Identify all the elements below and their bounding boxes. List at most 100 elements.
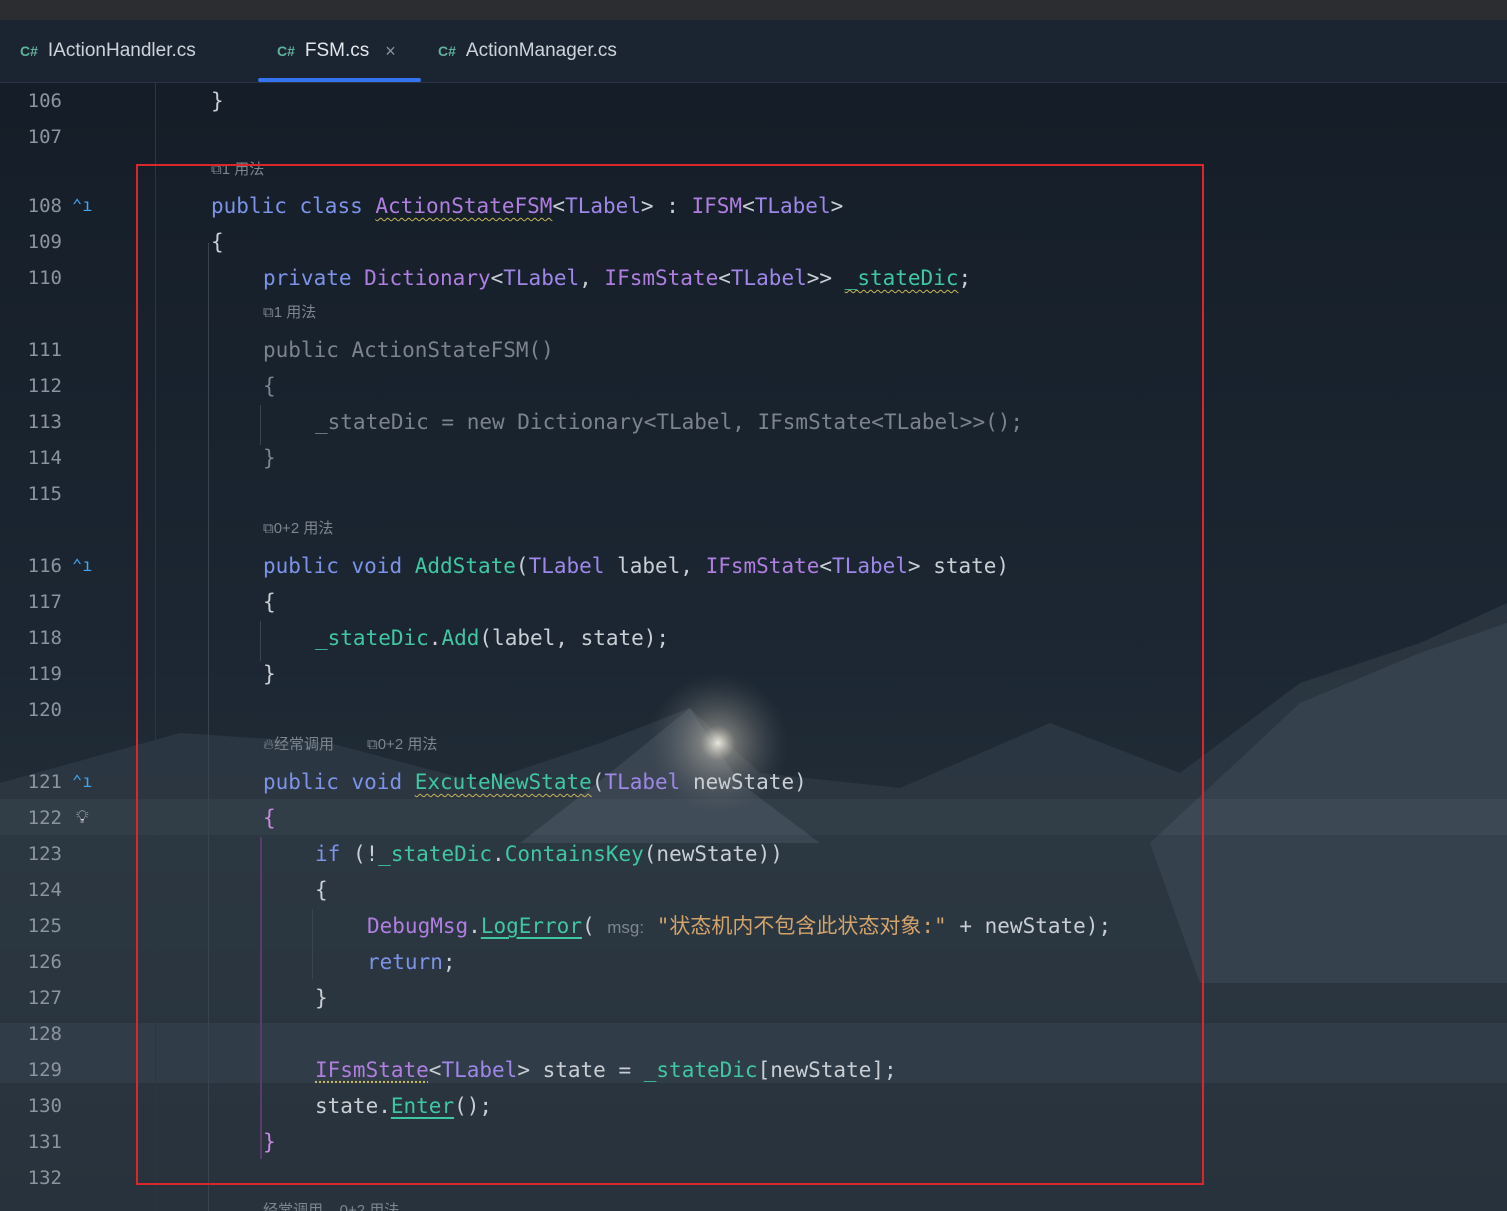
- usages-icon: ⧉: [211, 161, 222, 178]
- inlay-hint-row: ⧉1 用法: [0, 155, 1507, 185]
- line-number: 129: [27, 1059, 62, 1081]
- line-number: 106: [27, 90, 62, 112]
- code-line: 110 private Dictionary<TLabel, IFsmState…: [0, 260, 1507, 296]
- code-text: public void AddState(TLabel label, IFsmS…: [263, 554, 1010, 578]
- code-text: {: [263, 806, 276, 830]
- code-line: 114 }: [0, 440, 1507, 476]
- code-line: 132: [0, 1160, 1507, 1196]
- code-line: 118 _stateDic.Add(label, state);: [0, 620, 1507, 656]
- inlay-hint-row: 🔥︎经常调用 ⧉0+2 用法: [0, 730, 1507, 760]
- line-number: 126: [27, 951, 62, 973]
- code-line: 116 ⌃ı public void AddState(TLabel label…: [0, 548, 1507, 584]
- code-text: public class ActionStateFSM<TLabel> : IF…: [211, 194, 844, 218]
- line-number: 130: [27, 1095, 62, 1117]
- line-number: 122: [27, 807, 62, 829]
- code-line: 115: [0, 476, 1507, 512]
- usage-hint[interactable]: ⧉0+2 用法: [367, 730, 437, 760]
- code-line: 125 DebugMsg.LogError( msg: "状态机内不包含此状态对…: [0, 908, 1507, 944]
- line-number: 115: [27, 483, 62, 505]
- code-text: {: [263, 590, 276, 614]
- code-line: 127 }: [0, 980, 1507, 1016]
- code-text: {: [263, 374, 276, 398]
- usages-icon: ⧉: [367, 736, 378, 753]
- line-number: 125: [27, 915, 62, 937]
- lightbulb-icon[interactable]: 💡︎: [76, 800, 89, 836]
- code-text: private Dictionary<TLabel, IFsmState<TLa…: [263, 266, 972, 290]
- usages-icon: ⧉: [263, 520, 274, 537]
- implements-icon[interactable]: ⌃ı: [72, 548, 92, 584]
- line-number: 110: [27, 267, 62, 289]
- code-line: 120: [0, 692, 1507, 728]
- tab-label: FSM.cs: [304, 40, 370, 61]
- line-number: 114: [27, 447, 62, 469]
- code-line: 124 {: [0, 872, 1507, 908]
- code-line: 121 ⌃ı public void ExcuteNewState(TLabel…: [0, 764, 1507, 800]
- code-line: 106 }: [0, 83, 1507, 119]
- code-line: 117 {: [0, 584, 1507, 620]
- code-text: if (!_stateDic.ContainsKey(newState)): [315, 842, 783, 866]
- csharp-file-icon: C#: [277, 43, 295, 59]
- active-tab-indicator: [258, 78, 421, 82]
- code-text: public void ExcuteNewState(TLabel newSta…: [263, 770, 807, 794]
- code-text: {: [315, 878, 328, 902]
- code-line: 123 if (!_stateDic.ContainsKey(newState)…: [0, 836, 1507, 872]
- implements-icon[interactable]: ⌃ı: [72, 764, 92, 800]
- code-line: 112 {: [0, 368, 1507, 404]
- code-line: 119 }: [0, 656, 1507, 692]
- line-number: 116: [27, 555, 62, 577]
- code-text: }: [263, 446, 276, 470]
- code-text: }: [211, 89, 224, 113]
- line-number: 128: [27, 1023, 62, 1045]
- csharp-file-icon: C#: [20, 43, 38, 59]
- line-number: 132: [27, 1167, 62, 1189]
- line-number: 109: [27, 231, 62, 253]
- code-line: 122 💡︎ {: [0, 800, 1507, 836]
- tab-fsm[interactable]: C# FSM.cs ×: [277, 20, 396, 82]
- code-line: 113 _stateDic = new Dictionary<TLabel, I…: [0, 404, 1507, 440]
- line-number: 127: [27, 987, 62, 1009]
- frequent-call-hint[interactable]: 🔥︎经常调用: [263, 730, 334, 760]
- code-line: 111 public ActionStateFSM(): [0, 332, 1507, 368]
- inlay-hint-row: ⧉0+2 用法: [0, 514, 1507, 544]
- code-text: public ActionStateFSM(): [263, 338, 554, 362]
- line-number: 111: [27, 339, 62, 361]
- line-number: 118: [27, 627, 62, 649]
- tab-label: IActionHandler.cs: [47, 40, 196, 61]
- code-editor[interactable]: 106 } 107 ⧉1 用法 108 ⌃ı public class Acti…: [0, 83, 1507, 1211]
- code-text: _stateDic.Add(label, state);: [315, 626, 670, 650]
- code-text: {: [211, 230, 224, 254]
- code-text: }: [315, 986, 328, 1010]
- code-text: return;: [367, 950, 456, 974]
- usage-hint[interactable]: ⧉0+2 用法: [263, 514, 333, 544]
- top-toolbar-strip: [0, 0, 1507, 20]
- code-text: }: [263, 662, 276, 686]
- line-number: 107: [27, 126, 62, 148]
- inlay-hint-row: ⧉1 用法: [0, 298, 1507, 328]
- code-line: 130 state.Enter();: [0, 1088, 1507, 1124]
- tab-iactionhandler[interactable]: C# IActionHandler.cs: [20, 20, 196, 82]
- code-line: 129 IFsmState<TLabel> state = _stateDic[…: [0, 1052, 1507, 1088]
- line-number: 123: [27, 843, 62, 865]
- code-text: state.Enter();: [315, 1094, 493, 1118]
- close-icon[interactable]: ×: [385, 41, 396, 62]
- line-number: 117: [27, 591, 62, 613]
- line-number: 120: [27, 699, 62, 721]
- tab-actionmanager[interactable]: C# ActionManager.cs: [438, 20, 617, 82]
- line-number: 119: [27, 663, 62, 685]
- usage-hint[interactable]: ⧉1 用法: [211, 155, 264, 185]
- code-line: 131 }: [0, 1124, 1507, 1160]
- code-line: 109 {: [0, 224, 1507, 260]
- line-number: 121: [27, 771, 62, 793]
- usages-icon: ⧉: [263, 304, 274, 321]
- line-number: 108: [27, 195, 62, 217]
- usage-hint[interactable]: ⧉1 用法: [263, 298, 316, 328]
- implements-icon[interactable]: ⌃ı: [72, 188, 92, 224]
- tab-label: ActionManager.cs: [465, 40, 617, 61]
- code-text: _stateDic = new Dictionary<TLabel, IFsmS…: [315, 410, 1024, 434]
- code-line: 107: [0, 119, 1507, 155]
- parameter-hint: msg:: [607, 918, 645, 937]
- code-line: 126 return;: [0, 944, 1507, 980]
- line-number: 124: [27, 879, 62, 901]
- code-text: }: [263, 1130, 276, 1154]
- code-line: 108 ⌃ı public class ActionStateFSM<TLabe…: [0, 188, 1507, 224]
